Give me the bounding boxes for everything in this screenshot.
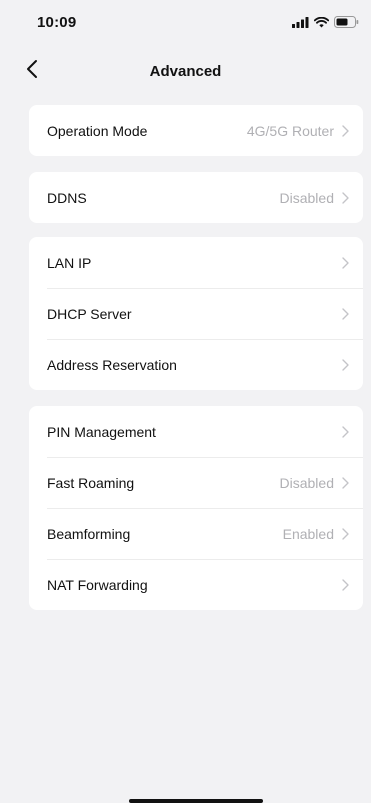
- chevron-right-icon: [342, 527, 349, 540]
- row-value: Disabled: [279, 474, 334, 491]
- settings-group-mode: Operation Mode 4G/5G Router: [29, 105, 363, 156]
- row-label: DDNS: [47, 189, 87, 206]
- row-value: 4G/5G Router: [246, 122, 334, 139]
- row-nat-forwarding[interactable]: NAT Forwarding: [29, 559, 363, 610]
- settings-group-misc: PIN Management Fast Roaming Disabled Bea…: [29, 406, 363, 610]
- chevron-right-icon: [342, 191, 349, 204]
- row-fast-roaming[interactable]: Fast Roaming Disabled: [29, 457, 363, 508]
- settings-group-ddns: DDNS Disabled: [29, 172, 363, 223]
- row-value: Enabled: [282, 525, 334, 542]
- row-operation-mode[interactable]: Operation Mode 4G/5G Router: [29, 105, 363, 156]
- row-label: NAT Forwarding: [47, 576, 148, 593]
- chevron-right-icon: [342, 358, 349, 371]
- row-label: LAN IP: [47, 254, 92, 271]
- wifi-icon: [314, 16, 329, 28]
- chevron-right-icon: [342, 256, 349, 269]
- row-lan-ip[interactable]: LAN IP: [29, 237, 363, 288]
- status-time: 10:09: [37, 14, 77, 31]
- row-ddns[interactable]: DDNS Disabled: [29, 172, 363, 223]
- row-pin-management[interactable]: PIN Management: [29, 406, 363, 457]
- row-address-reservation[interactable]: Address Reservation: [29, 339, 363, 390]
- nav-bar: Advanced: [0, 52, 371, 92]
- row-label: DHCP Server: [47, 305, 132, 322]
- chevron-right-icon: [342, 124, 349, 137]
- settings-group-lan: LAN IP DHCP Server Address Reservation: [29, 237, 363, 390]
- chevron-right-icon: [342, 307, 349, 320]
- home-indicator[interactable]: [129, 799, 263, 803]
- row-label: Operation Mode: [47, 122, 148, 139]
- battery-icon: [334, 16, 359, 28]
- row-label: Address Reservation: [47, 356, 177, 373]
- page-title: Advanced: [149, 63, 222, 80]
- chevron-right-icon: [342, 578, 349, 591]
- status-bar: 10:09: [0, 0, 371, 44]
- row-dhcp-server[interactable]: DHCP Server: [29, 288, 363, 339]
- chevron-right-icon: [342, 476, 349, 489]
- row-label: PIN Management: [47, 423, 156, 440]
- row-value: Disabled: [279, 189, 334, 206]
- row-label: Beamforming: [47, 525, 131, 542]
- row-beamforming[interactable]: Beamforming Enabled: [29, 508, 363, 559]
- status-icons: [292, 16, 359, 28]
- chevron-right-icon: [342, 425, 349, 438]
- signal-icon: [292, 16, 309, 28]
- row-label: Fast Roaming: [47, 474, 135, 491]
